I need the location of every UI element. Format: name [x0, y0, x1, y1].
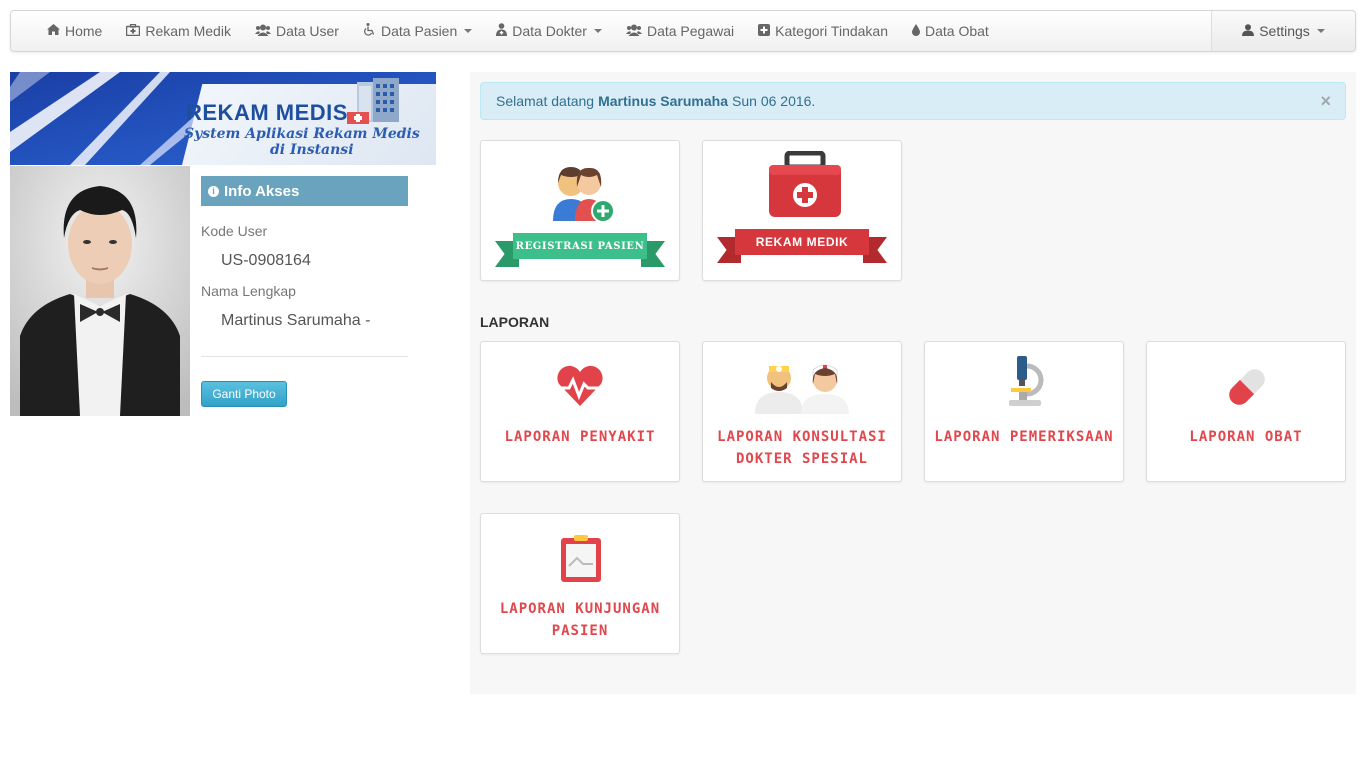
nav-item-label: Data User: [275, 23, 339, 39]
doctor-nurse-icon: [755, 364, 849, 414]
plus-square-icon: [758, 23, 771, 39]
nav-item-label: Data Pegawai: [646, 23, 735, 39]
kode-user-value: US-0908164: [221, 252, 311, 269]
laporan-kunjungan-label-2: PASIEN: [551, 623, 609, 639]
alert-date: Sun 06 2016.: [732, 93, 816, 109]
nav-item-label: Data Obat: [925, 23, 989, 39]
laporan-pemeriksaan-card[interactable]: LAPORAN PEMERIKSAAN: [924, 341, 1124, 482]
laporan-kunjungan-label: LAPORAN KUNJUNGAN: [499, 601, 661, 617]
home-icon: [47, 24, 60, 38]
registrasi-ribbon: REGISTRASI PASIEN: [495, 233, 665, 267]
laporan-konsultasi-label: LAPORAN KONSULTASI: [717, 429, 887, 445]
chevron-down-icon: [1316, 29, 1325, 33]
nav-item-data-pegawai[interactable]: Data Pegawai: [614, 11, 746, 51]
nav-item-rekam-medik[interactable]: Rekam Medik: [114, 11, 243, 51]
user-icon: [1242, 23, 1255, 39]
hospital-icon: [347, 78, 399, 124]
rekam-medik-label: REKAM MEDIK: [735, 229, 869, 255]
settings-label: Settings: [1259, 23, 1310, 39]
nav-item-kategori-tindakan[interactable]: Kategori Tindakan: [746, 11, 900, 51]
welcome-alert: Selamat datang Martinus Sarumaha Sun 06 …: [480, 82, 1346, 120]
rekam-medik-ribbon: REKAM MEDIK: [717, 229, 887, 263]
users-icon: [254, 24, 271, 39]
laporan-obat-label: LAPORAN OBAT: [1189, 429, 1303, 445]
heart-pulse-icon: [557, 365, 603, 406]
profile-photo: [10, 166, 190, 416]
microscope-icon: [1009, 356, 1044, 406]
nav-item-label: Data Pasien: [380, 23, 458, 39]
pill-icon: [1229, 369, 1265, 405]
divider: [201, 356, 408, 357]
nav-item-data-dokter[interactable]: Data Dokter: [484, 11, 614, 51]
laporan-penyakit-card[interactable]: LAPORAN PENYAKIT: [480, 341, 680, 482]
tint-icon: [912, 23, 920, 39]
nama-lengkap-value: Martinus Sarumaha -: [221, 312, 371, 329]
close-icon[interactable]: ×: [1320, 91, 1331, 112]
nama-lengkap-label: Nama Lengkap: [201, 283, 296, 299]
laporan-section-title: LAPORAN: [480, 314, 550, 330]
registrasi-pasien-label: REGISTRASI PASIEN: [513, 233, 647, 259]
laporan-konsultasi-label-2: DOKTER SPESIAL: [735, 451, 868, 467]
banner-subtitle-2: di Instansi: [270, 142, 354, 158]
user-md-icon: [496, 23, 508, 39]
nav-item-label: Kategori Tindakan: [775, 23, 888, 39]
rekam-medik-card[interactable]: REKAM MEDIK: [702, 140, 902, 281]
app-banner: REKAM MEDIS System Aplikasi Rekam Medis …: [10, 72, 436, 165]
registrasi-pasien-card[interactable]: REGISTRASI PASIEN: [480, 140, 680, 281]
nav-item-data-obat[interactable]: Data Obat: [900, 11, 1001, 51]
nav-item-home[interactable]: Home: [35, 11, 114, 51]
chevron-down-icon: [464, 29, 473, 33]
wheelchair-icon: [363, 23, 376, 39]
info-icon: i: [208, 185, 219, 197]
nav-item-label: Home: [65, 23, 103, 39]
kode-user-label: Kode User: [201, 223, 268, 239]
chevron-down-icon: [593, 29, 602, 33]
alert-user-name: Martinus Sarumaha: [598, 93, 729, 109]
person-image: [10, 166, 190, 416]
nav-item-data-user[interactable]: Data User: [243, 11, 351, 51]
users-icon: [625, 24, 642, 39]
info-akses-title: Info Akses: [224, 182, 300, 200]
nav-item-label: Rekam Medik: [145, 23, 231, 39]
nav-item-label: Data Dokter: [512, 23, 587, 39]
laporan-kunjungan-card[interactable]: LAPORAN KUNJUNGAN PASIEN: [480, 513, 680, 654]
clipboard-chart-icon: [561, 535, 601, 582]
laporan-obat-card[interactable]: LAPORAN OBAT: [1146, 341, 1346, 482]
nav-menu: Home Rekam Medik Data User Data Pasien D…: [35, 11, 1001, 51]
laporan-penyakit-label: LAPORAN PENYAKIT: [504, 429, 656, 445]
laporan-konsultasi-card[interactable]: LAPORAN KONSULTASI DOKTER SPESIAL: [702, 341, 902, 482]
nav-item-data-pasien[interactable]: Data Pasien: [351, 11, 484, 51]
info-akses-header: i Info Akses: [201, 176, 408, 206]
ganti-photo-button[interactable]: Ganti Photo: [201, 381, 287, 407]
registrasi-pasien-icon: [553, 167, 615, 223]
top-navbar: Home Rekam Medik Data User Data Pasien D…: [10, 10, 1356, 52]
settings-dropdown[interactable]: Settings: [1211, 11, 1355, 51]
alert-prefix: Selamat datang: [496, 93, 595, 109]
medkit-icon: [126, 23, 141, 39]
main-content: Selamat datang Martinus Sarumaha Sun 06 …: [470, 72, 1356, 694]
banner-title: REKAM MEDIS: [186, 100, 348, 125]
banner-subtitle: System Aplikasi Rekam Medis: [184, 126, 420, 142]
laporan-pemeriksaan-label: LAPORAN PEMERIKSAAN: [934, 429, 1114, 445]
medical-bag-icon: [769, 151, 841, 217]
